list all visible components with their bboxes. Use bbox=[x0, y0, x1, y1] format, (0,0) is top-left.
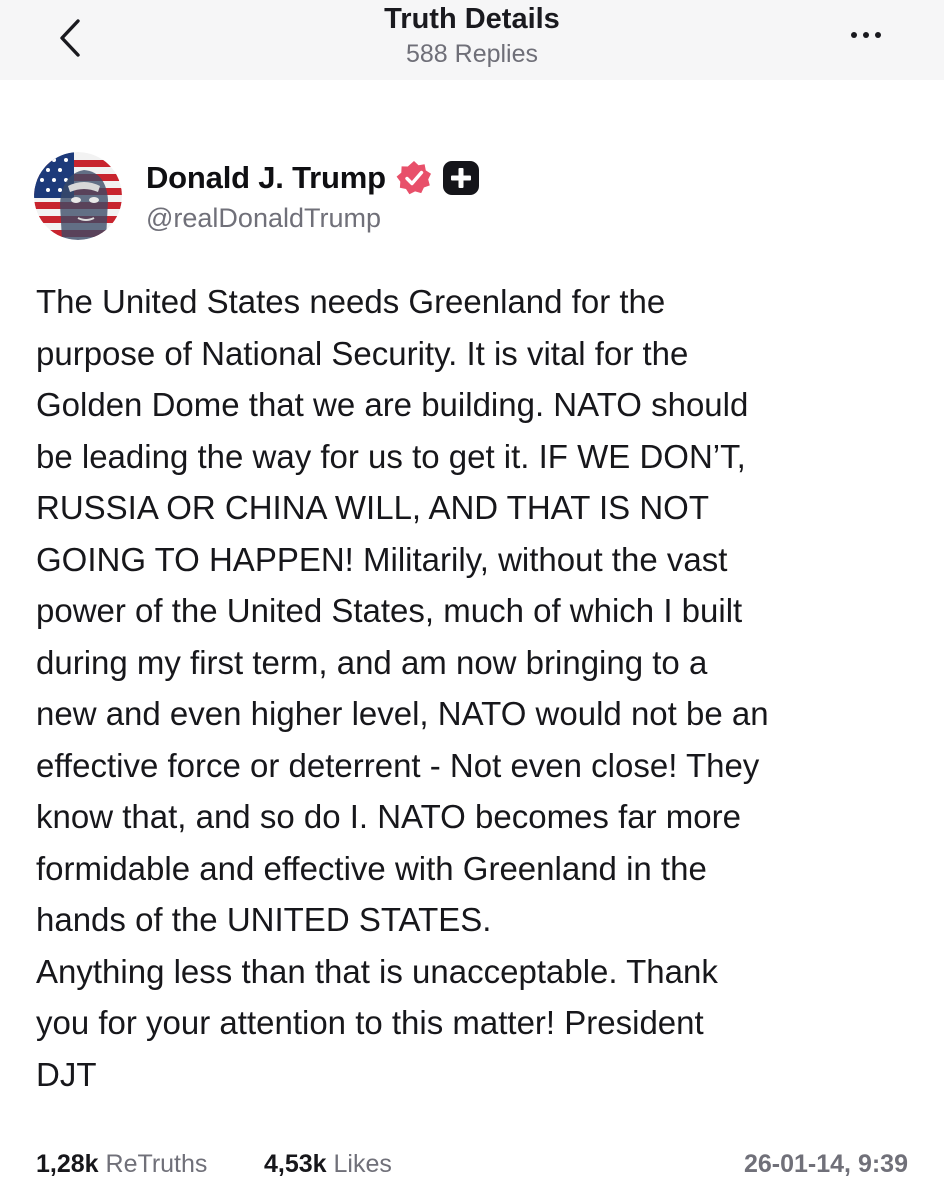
page-title: Truth Details bbox=[384, 3, 560, 35]
post-timestamp: 26-01-14, 9:39 bbox=[743, 1150, 908, 1178]
author-row: Donald J. Trump bbox=[146, 158, 480, 198]
avatar-image bbox=[34, 152, 122, 240]
author-name[interactable]: Donald J. Trump bbox=[146, 160, 386, 196]
reply-count: 588 Replies bbox=[405, 40, 539, 68]
retruths-count: 1,28k bbox=[36, 1150, 99, 1178]
top-bar: Truth Details 588 Replies bbox=[0, 0, 944, 80]
retruths-stat[interactable]: 1,28k ReTruths bbox=[36, 1150, 207, 1179]
truth-plus-badge-icon bbox=[442, 161, 479, 195]
post-stats: 1,28k ReTruths 4,53k Likes 26-01-14, 9:3… bbox=[36, 1150, 908, 1190]
likes-count: 4,53k bbox=[264, 1150, 327, 1178]
post-body: The United States needs Greenland for th… bbox=[36, 283, 769, 1093]
more-options-button[interactable] bbox=[838, 20, 894, 50]
retruths-label: ReTruths bbox=[105, 1150, 208, 1178]
likes-label: Likes bbox=[333, 1150, 392, 1178]
likes-stat[interactable]: 4,53k Likes bbox=[264, 1150, 392, 1179]
author-handle[interactable]: @realDonaldTrump bbox=[146, 203, 381, 234]
verified-badge-icon bbox=[396, 161, 431, 195]
avatar[interactable] bbox=[34, 152, 122, 240]
ellipsis-icon bbox=[851, 32, 857, 38]
